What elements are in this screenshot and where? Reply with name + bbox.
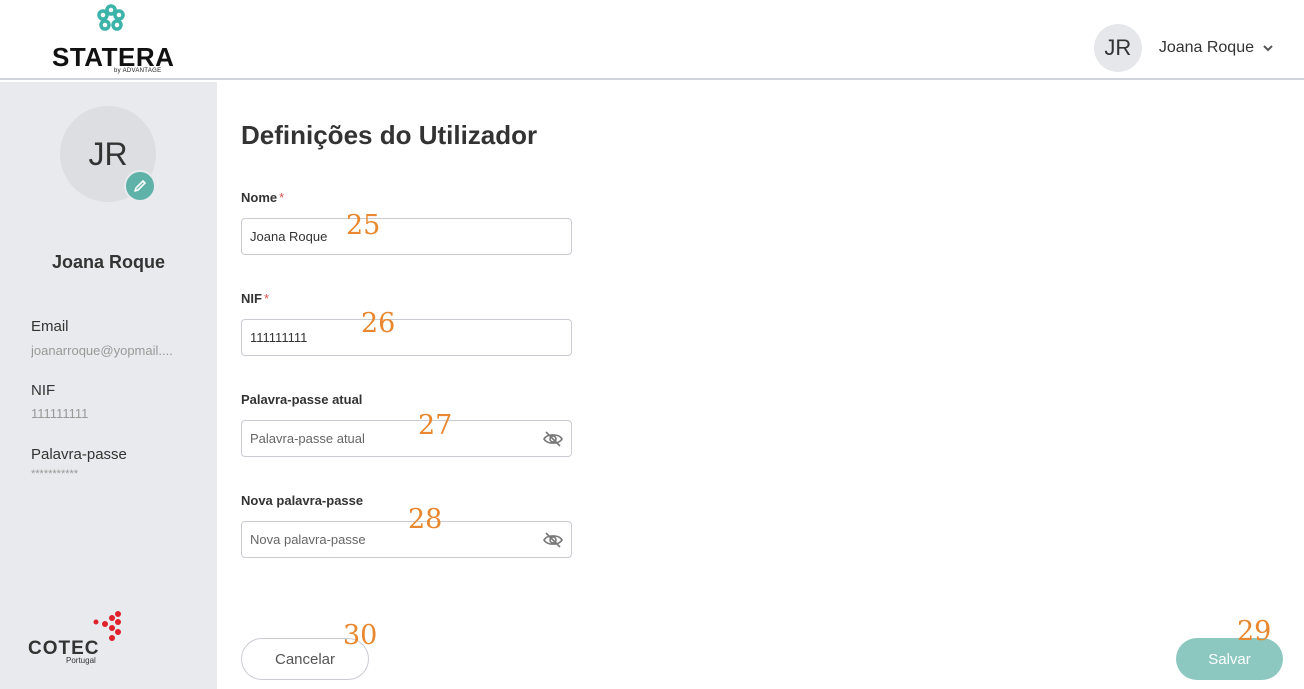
eye-off-icon[interactable] [543, 430, 563, 448]
new-password-label: Nova palavra-passe [241, 493, 364, 508]
nif-value: 111111111 [31, 406, 89, 421]
annotation-28: 28 [408, 504, 443, 535]
required-mark: * [279, 190, 285, 205]
user-menu[interactable]: JR Joana Roque [1093, 24, 1274, 72]
annotation-29: 29 [1237, 616, 1272, 647]
annotation-30: 30 [343, 620, 378, 651]
current-password-label: Palavra-passe atual [241, 392, 363, 407]
nif-field-label: NIF * [241, 291, 269, 306]
nome-label-text: Nome [241, 190, 278, 205]
nif-label: NIF [31, 382, 56, 399]
current-password-field[interactable] [241, 420, 572, 457]
email-value: joanarroque@yopmail.... [31, 343, 173, 358]
user-menu-name[interactable]: Joana Roque [1159, 39, 1254, 57]
password-value: *********** [31, 468, 79, 480]
pencil-icon [134, 180, 146, 192]
profile-name: Joana Roque [51, 252, 166, 272]
edit-avatar-button[interactable] [124, 170, 156, 202]
current-password-input[interactable] [242, 421, 522, 456]
password-label: Palavra-passe [31, 446, 127, 463]
nome-input[interactable] [242, 219, 522, 254]
annotation-26: 26 [361, 308, 396, 339]
new-password-field[interactable] [241, 521, 572, 558]
cotec-logo: COTEC Portugal [28, 610, 128, 670]
profile-sidebar: JR Joana Roque Email joanarroque@yopmail… [0, 82, 217, 689]
new-password-input[interactable] [242, 522, 522, 557]
nif-field[interactable] [241, 319, 572, 356]
chevron-down-icon[interactable] [1262, 42, 1274, 54]
annotation-25: 25 [346, 210, 381, 241]
nome-label: Nome * [241, 190, 284, 205]
statera-logo[interactable]: STATERA by ADVANTAGE [50, 4, 174, 78]
avatar[interactable]: JR [1093, 24, 1142, 72]
eye-off-icon[interactable] [543, 531, 563, 549]
email-label: Email [31, 318, 69, 335]
nome-field[interactable] [241, 218, 572, 255]
required-mark: * [263, 291, 270, 306]
flower-logo-icon [97, 4, 125, 31]
top-bar: STATERA by ADVANTAGE JR Joana Roque [0, 0, 1304, 80]
cotec-subtitle: Portugal [66, 656, 96, 665]
nif-label-text: NIF [241, 291, 262, 306]
logo-byline: by ADVANTAGE [114, 68, 162, 74]
annotation-27: 27 [418, 410, 453, 441]
page-title: Definições do Utilizador [241, 120, 538, 150]
